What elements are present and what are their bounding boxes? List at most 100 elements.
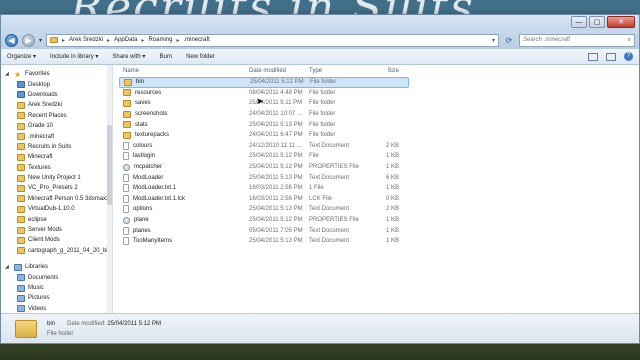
file-type: File folder	[309, 111, 336, 118]
shortcut-icon	[17, 91, 25, 99]
file-date: 24/04/2011 6:47 PM	[249, 132, 303, 139]
column-type[interactable]: Type	[309, 68, 369, 74]
file-row[interactable]: texturepacks 24/04/2011 6:47 PM File folde…	[119, 130, 409, 141]
sidebar-item-label: Server Mods	[28, 227, 63, 234]
library-icon	[17, 294, 25, 302]
config-file-icon	[123, 216, 130, 224]
sidebar-item[interactable]: VirtualDub-1.10.0	[1, 204, 112, 214]
file-row[interactable]: ModLoader.txt.1.lck 16/03/2011 2:56 PM LCK…	[119, 194, 409, 205]
file-icon	[123, 226, 129, 235]
file-name: planes	[133, 227, 151, 234]
file-row[interactable]: ModLoader 25/04/2011 5:13 PM Text Document…	[119, 172, 409, 183]
sidebar-item[interactable]: Pictures	[1, 293, 112, 303]
file-date: 08/04/2011 4:48 PM	[249, 89, 303, 96]
breadcrumb-minecraft[interactable]: .minecraft	[183, 37, 209, 43]
column-name[interactable]: Name	[119, 68, 249, 74]
favorites-header[interactable]: ◢ ★ Favorites	[1, 69, 112, 79]
sidebar-item[interactable]: Videos	[1, 304, 112, 313]
file-row[interactable]: ModLoader.txt.1 18/03/2011 2:56 PM 1 File 1…	[119, 183, 409, 194]
address-dropdown-icon[interactable]: ▾	[492, 37, 495, 44]
sidebar-item[interactable]: Arek Sredzki	[1, 100, 112, 110]
file-type: 1 File	[309, 185, 324, 192]
file-row[interactable]: colours 24/12/2010 11:11 ... Text Document…	[119, 141, 409, 152]
sidebar-item[interactable]: Minecraft	[1, 152, 112, 162]
folder-icon	[123, 121, 131, 129]
file-row[interactable]: plane 25/04/2011 5:12 PM PROPERTIES File 1 …	[119, 215, 409, 226]
file-name-cell: bin	[120, 78, 250, 86]
column-date[interactable]: Date modified	[249, 68, 309, 74]
sidebar-item[interactable]: Recent Places	[1, 111, 112, 121]
folder-icon	[17, 184, 25, 192]
file-list-pane: Name Date modified Type Size bin 25/04/20…	[113, 65, 639, 313]
file-type: Text Document	[309, 238, 350, 245]
preview-pane-icon[interactable]	[606, 52, 616, 61]
sidebar-item[interactable]: Recruits in Suits	[1, 142, 112, 152]
refresh-icon[interactable]: ⟳	[503, 36, 515, 45]
file-type: PROPERTIES File	[309, 164, 359, 171]
file-row[interactable]: screenshots 24/04/2011 10:07 ... File fold…	[119, 109, 409, 120]
back-button[interactable]: ◀	[5, 33, 18, 47]
file-size: 0 KB	[385, 195, 399, 202]
sidebar-item[interactable]: Grade 10	[1, 121, 112, 131]
library-icon	[17, 284, 25, 292]
burn-button[interactable]: Burn	[159, 54, 172, 60]
sidebar-item[interactable]: Documents	[1, 272, 112, 282]
navigation-bar: ◀ ▶ ▾ ▸ Arek Sredzki ▸ AppData ▸ Roaming…	[1, 31, 639, 49]
file-name-cell: planes	[119, 226, 249, 235]
column-size[interactable]: Size	[369, 68, 407, 74]
file-type: LCK File	[309, 195, 333, 202]
sidebar-item[interactable]: Downloads	[1, 90, 112, 100]
file-row[interactable]: planes 05/04/2011 7:05 PM Text Document 1 K…	[119, 225, 409, 236]
window-controls: — ▢ ✕	[571, 16, 635, 28]
file-row[interactable]: saves 25/04/2011 5:11 PM File folder	[119, 98, 409, 109]
sidebar-item[interactable]: Client Mods	[1, 235, 112, 245]
breadcrumb-appdata[interactable]: AppData	[114, 37, 137, 43]
sidebar-item[interactable]: Minecraft Person 0.5 3dsmax2	[1, 194, 112, 204]
libraries-header[interactable]: ◢ Libraries	[1, 262, 112, 272]
file-date: 24/04/2011 10:07 ...	[249, 111, 302, 118]
file-row[interactable]: options 25/04/2011 5:13 PM Text Document 2 …	[119, 204, 409, 215]
include-in-library-button[interactable]: Include in library ▾	[50, 53, 98, 60]
sidebar-item[interactable]: eclipse	[1, 214, 112, 224]
file-row[interactable]: TooManyItems 25/04/2011 5:13 PM Text Docum…	[119, 236, 409, 247]
maximize-button[interactable]: ▢	[589, 16, 605, 28]
help-icon[interactable]: ?	[624, 52, 633, 61]
file-date: 16/03/2011 2:56 PM	[249, 195, 303, 202]
file-name: screenshots	[135, 111, 168, 118]
breadcrumb-arek[interactable]: Arek Sredzki	[69, 37, 103, 43]
file-row[interactable]: lastlogin 25/04/2011 5:12 PM File 1 KB	[119, 151, 409, 162]
sidebar-item-label: Recent Places	[28, 112, 67, 119]
folder-icon	[17, 101, 25, 109]
sidebar-scrollbar[interactable]	[107, 65, 112, 313]
sidebar-item[interactable]: cartograph_g_2011_04_20_bin	[1, 246, 112, 256]
sidebar-item[interactable]: Server Mods	[1, 225, 112, 235]
sidebar-item[interactable]: Textures	[1, 163, 112, 173]
search-input[interactable]: Search .minecraft ⌕	[519, 33, 635, 47]
file-name-cell: options	[119, 205, 249, 214]
file-name: plane	[134, 217, 149, 224]
details-pane: bin Date modified: 25/04/2011 5:12 PM Fi…	[1, 313, 639, 343]
minimize-button[interactable]: —	[571, 16, 587, 28]
breadcrumb-roaming[interactable]: Roaming	[148, 37, 172, 43]
sidebar-item-label: Textures	[28, 164, 51, 171]
sidebar-item[interactable]: .minecraft	[1, 131, 112, 141]
file-row[interactable]: mcpatcher 25/04/2011 5:12 PM PROPERTIES Fi…	[119, 162, 409, 173]
config-file-icon	[123, 163, 130, 171]
recent-locations-dropdown[interactable]: ▾	[39, 37, 42, 44]
new-folder-button[interactable]: New folder	[186, 54, 215, 60]
share-with-button[interactable]: Share with ▾	[112, 53, 145, 60]
details-date-value: 25/04/2011 5:12 PM	[107, 320, 161, 327]
address-bar[interactable]: ▸ Arek Sredzki ▸ AppData ▸ Roaming ▸ .mi…	[46, 33, 499, 47]
sidebar-item[interactable]: VC_Pro_Presets 2	[1, 183, 112, 193]
forward-button[interactable]: ▶	[22, 33, 35, 47]
view-options-icon[interactable]	[588, 52, 598, 61]
file-row[interactable]: resources 08/04/2011 4:48 PM File folder	[119, 88, 409, 99]
close-button[interactable]: ✕	[607, 16, 635, 28]
file-icon	[123, 194, 129, 203]
sidebar-item[interactable]: New Unity Project 1	[1, 173, 112, 183]
organize-button[interactable]: Organize ▾	[7, 53, 36, 60]
file-row[interactable]: bin 25/04/2011 5:12 PM File folder	[119, 77, 409, 88]
sidebar-item[interactable]: Music	[1, 283, 112, 293]
sidebar-item[interactable]: Desktop	[1, 79, 112, 89]
file-row[interactable]: stats 25/04/2011 5:13 PM File folder	[119, 119, 409, 130]
